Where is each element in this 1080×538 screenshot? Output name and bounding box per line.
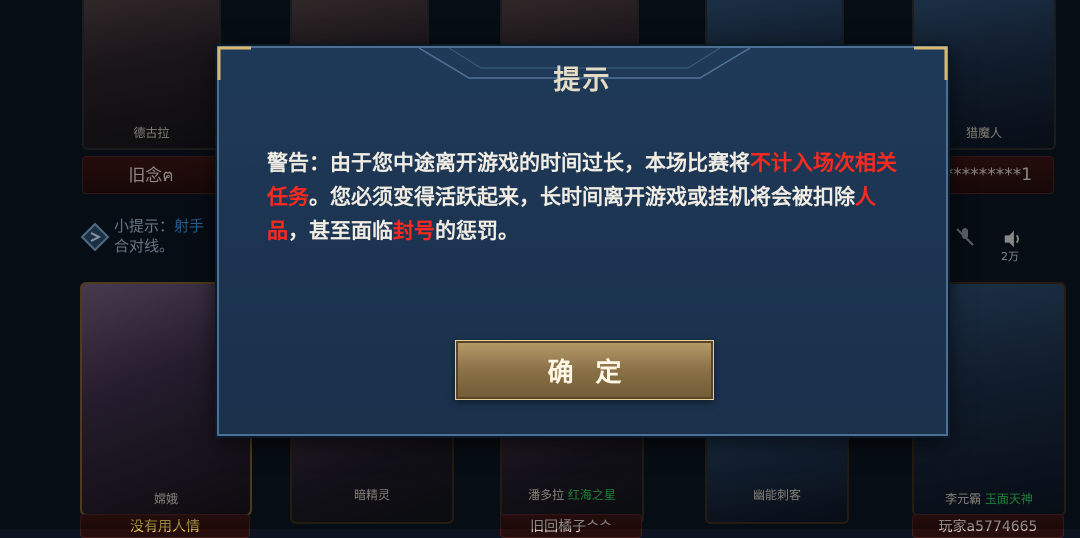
warning-segment: 的惩罚。	[435, 219, 519, 243]
dialog-title: 提示	[553, 65, 612, 96]
warning-dialog: 提示 警告：由于您中途离开游戏的时间过长，本场比赛将不计入场次相关任务。您必须变…	[217, 46, 948, 436]
warning-message: 警告：由于您中途离开游戏的时间过长，本场比赛将不计入场次相关任务。您必须变得活跃…	[267, 146, 916, 248]
warning-segment-red: 封号	[393, 219, 435, 243]
warning-segment: ，甚至面临	[288, 219, 393, 243]
warning-segment: 。您必须变得活跃起来，长时间离开游戏或挂机将会被扣除	[309, 185, 855, 209]
warning-segment: 警告：由于您中途离开游戏的时间过长，本场比赛将	[267, 151, 750, 175]
confirm-button-label: 确定	[547, 357, 644, 388]
confirm-button[interactable]: 确定	[455, 340, 714, 400]
